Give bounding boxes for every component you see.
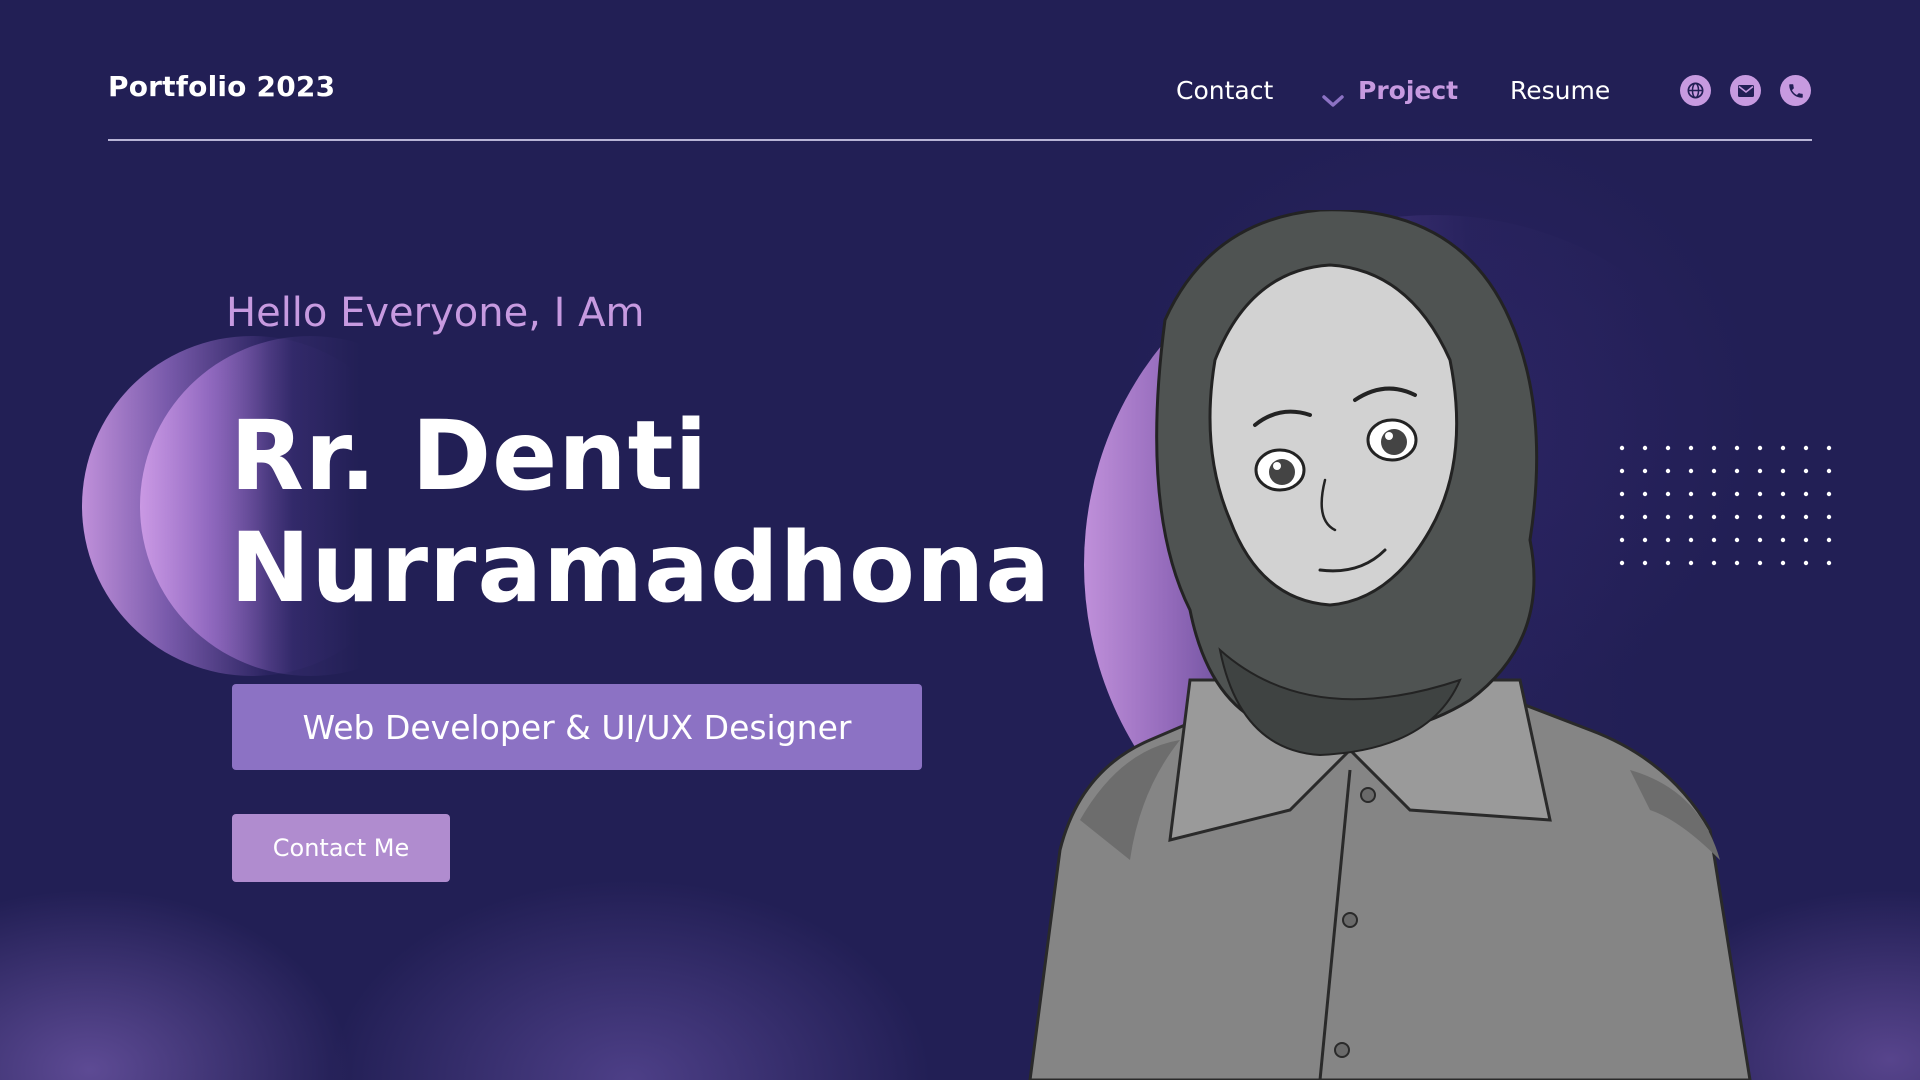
greeting-text: Hello Everyone, I Am <box>226 290 645 336</box>
mail-icon[interactable] <box>1730 75 1761 106</box>
chevron-down-icon <box>1322 85 1344 107</box>
brand-title: Portfolio 2023 <box>108 70 336 103</box>
globe-icon[interactable] <box>1680 75 1711 106</box>
name-line-1: Rr. Denti <box>230 400 709 512</box>
name-line-2: Nurramadhona <box>230 512 1052 624</box>
nav-project-label: Project <box>1358 76 1459 105</box>
portrait-illustration <box>1028 210 1752 1080</box>
nav-contact[interactable]: Contact <box>1176 76 1273 105</box>
contact-me-button[interactable]: Contact Me <box>232 814 450 882</box>
nav-resume[interactable]: Resume <box>1510 76 1610 105</box>
nav-project[interactable]: Project <box>1322 76 1459 107</box>
phone-icon[interactable] <box>1780 75 1811 106</box>
header-divider <box>108 139 1812 141</box>
decorative-dot-grid <box>1619 445 1832 566</box>
role-badge: Web Developer & UI/UX Designer <box>232 684 922 770</box>
